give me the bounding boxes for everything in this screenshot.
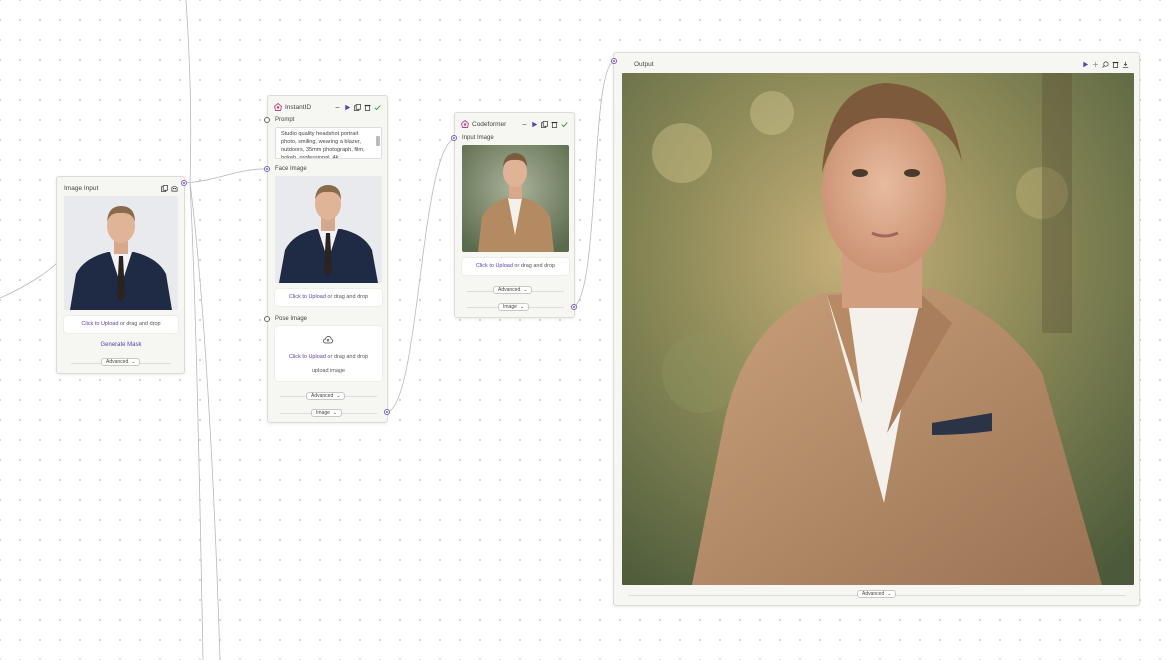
generate-mask-button[interactable]: Generate Mask — [64, 342, 178, 348]
output-type-label: Image — [503, 304, 517, 310]
wire-image-to-face — [185, 168, 269, 184]
upload-hint: or drag and drop — [512, 263, 556, 269]
output-node[interactable]: Output Advanced ⌄ — [613, 52, 1140, 606]
codeformer-input-preview[interactable] — [462, 145, 569, 252]
codeformer-title: Codeformer — [472, 120, 507, 128]
codeformer-upload-area[interactable]: Click to Upload or drag and drop — [462, 258, 569, 275]
advanced-label: Advanced — [862, 591, 885, 597]
play-icon[interactable] — [531, 121, 538, 128]
app-logo-icon — [460, 119, 470, 128]
face-upload-area[interactable]: Click to Upload or drag and drop — [275, 289, 382, 306]
face-upload-link[interactable]: Click to Upload — [289, 294, 326, 300]
output-type-select[interactable]: Image ⌄ — [311, 409, 343, 417]
copy-icon[interactable] — [354, 103, 361, 111]
play-icon[interactable] — [344, 104, 351, 111]
pose-upload-link[interactable]: Click to Upload — [289, 354, 326, 360]
input-image-label: Input Image — [462, 135, 494, 141]
output-title: Output — [634, 60, 654, 68]
codeformer-node[interactable]: Codeformer – Input Image Click to Upload… — [454, 112, 575, 318]
wire-instantid-to-codeformer — [387, 137, 456, 413]
codeformer-input-port[interactable] — [451, 135, 457, 141]
advanced-label: Advanced — [311, 393, 334, 399]
prompt-text: Studio quality headshot portrait photo, … — [281, 131, 365, 159]
advanced-label: Advanced — [498, 287, 521, 293]
wire-codeformer-to-output — [573, 60, 615, 308]
pose-image-label: Pose Image — [275, 316, 308, 322]
delete-icon[interactable] — [551, 121, 558, 128]
pose-upload-caption: upload image — [311, 368, 346, 374]
chevron-down-icon: ⌄ — [887, 591, 892, 597]
chevron-down-icon: ⌄ — [332, 410, 338, 416]
codeformer-header[interactable]: Codeformer – — [460, 117, 568, 131]
delete-icon[interactable] — [1112, 61, 1119, 68]
instantid-output-port[interactable] — [384, 409, 390, 415]
chevron-down-icon: ⌄ — [523, 287, 528, 293]
output-input-port[interactable] — [611, 58, 617, 64]
copy-icon[interactable] — [161, 184, 168, 192]
copy-icon[interactable] — [541, 120, 548, 128]
check-icon[interactable] — [374, 104, 381, 111]
advanced-button[interactable]: Advanced ⌄ — [101, 358, 141, 366]
prompt-label: Prompt — [275, 117, 295, 123]
image-input-header[interactable]: Image Input — [63, 181, 178, 195]
instantid-title: InstantID — [285, 103, 312, 111]
play-icon[interactable] — [1082, 61, 1089, 68]
instantid-header[interactable]: InstantID – — [273, 100, 381, 114]
codeformer-output-port[interactable] — [571, 304, 577, 310]
face-upload-hint: or drag and drop — [325, 294, 369, 300]
advanced-button[interactable]: Advanced ⌄ — [857, 590, 897, 598]
download-icon[interactable] — [1122, 61, 1129, 68]
zoom-icon[interactable] — [1102, 61, 1109, 68]
upload-link[interactable]: Click to Upload — [476, 263, 513, 269]
advanced-button[interactable]: Advanced ⌄ — [306, 392, 346, 400]
app-logo-icon — [273, 102, 283, 111]
upload-link[interactable]: Click to Upload — [81, 321, 118, 327]
image-input-upload-area[interactable]: Click to Upload or drag and drop — [64, 316, 178, 333]
minimize-icon[interactable]: – — [521, 121, 528, 128]
advanced-button[interactable]: Advanced ⌄ — [493, 286, 533, 294]
mask-icon[interactable] — [171, 185, 178, 192]
prompt-textarea[interactable]: Studio quality headshot portrait photo, … — [275, 127, 382, 159]
chevron-down-icon: ⌄ — [519, 304, 525, 310]
wire-vertical-2 — [189, 182, 204, 660]
wire-vertical-1 — [185, 0, 192, 184]
image-input-node[interactable]: Image Input Click to Upload or drag and … — [56, 176, 185, 374]
chevron-down-icon: ⌄ — [131, 359, 136, 365]
output-type-label: Image — [316, 410, 330, 416]
cloud-upload-icon — [323, 336, 333, 344]
prompt-scrollbar[interactable] — [376, 130, 380, 158]
upload-hint: or drag and drop — [118, 321, 161, 327]
output-header[interactable]: Output — [631, 57, 1129, 71]
instantid-node[interactable]: InstantID – Prompt Studio quality headsh… — [267, 95, 388, 423]
output-image[interactable] — [622, 73, 1134, 585]
delete-icon[interactable] — [364, 104, 371, 111]
wire-left-offscreen — [0, 261, 59, 299]
image-input-preview[interactable] — [64, 196, 178, 310]
pose-image-input-port[interactable] — [264, 316, 270, 322]
face-image-label: Face Image — [275, 166, 307, 172]
advanced-label: Advanced — [106, 359, 129, 365]
image-input-output-port[interactable] — [181, 180, 187, 186]
output-type-select[interactable]: Image ⌄ — [498, 303, 530, 311]
face-image-preview[interactable] — [275, 176, 382, 283]
add-icon[interactable] — [1092, 61, 1099, 68]
pose-upload-hint: or drag and drop — [325, 354, 369, 360]
wire-vertical-3 — [189, 182, 221, 660]
prompt-input-port[interactable] — [264, 117, 270, 123]
image-input-title: Image Input — [64, 184, 99, 192]
face-image-input-port[interactable] — [264, 166, 270, 172]
pose-upload-area[interactable]: Click to Upload or drag and drop upload … — [275, 326, 382, 381]
minimize-icon[interactable]: – — [334, 104, 341, 111]
chevron-down-icon: ⌄ — [336, 393, 341, 399]
check-icon[interactable] — [561, 121, 568, 128]
